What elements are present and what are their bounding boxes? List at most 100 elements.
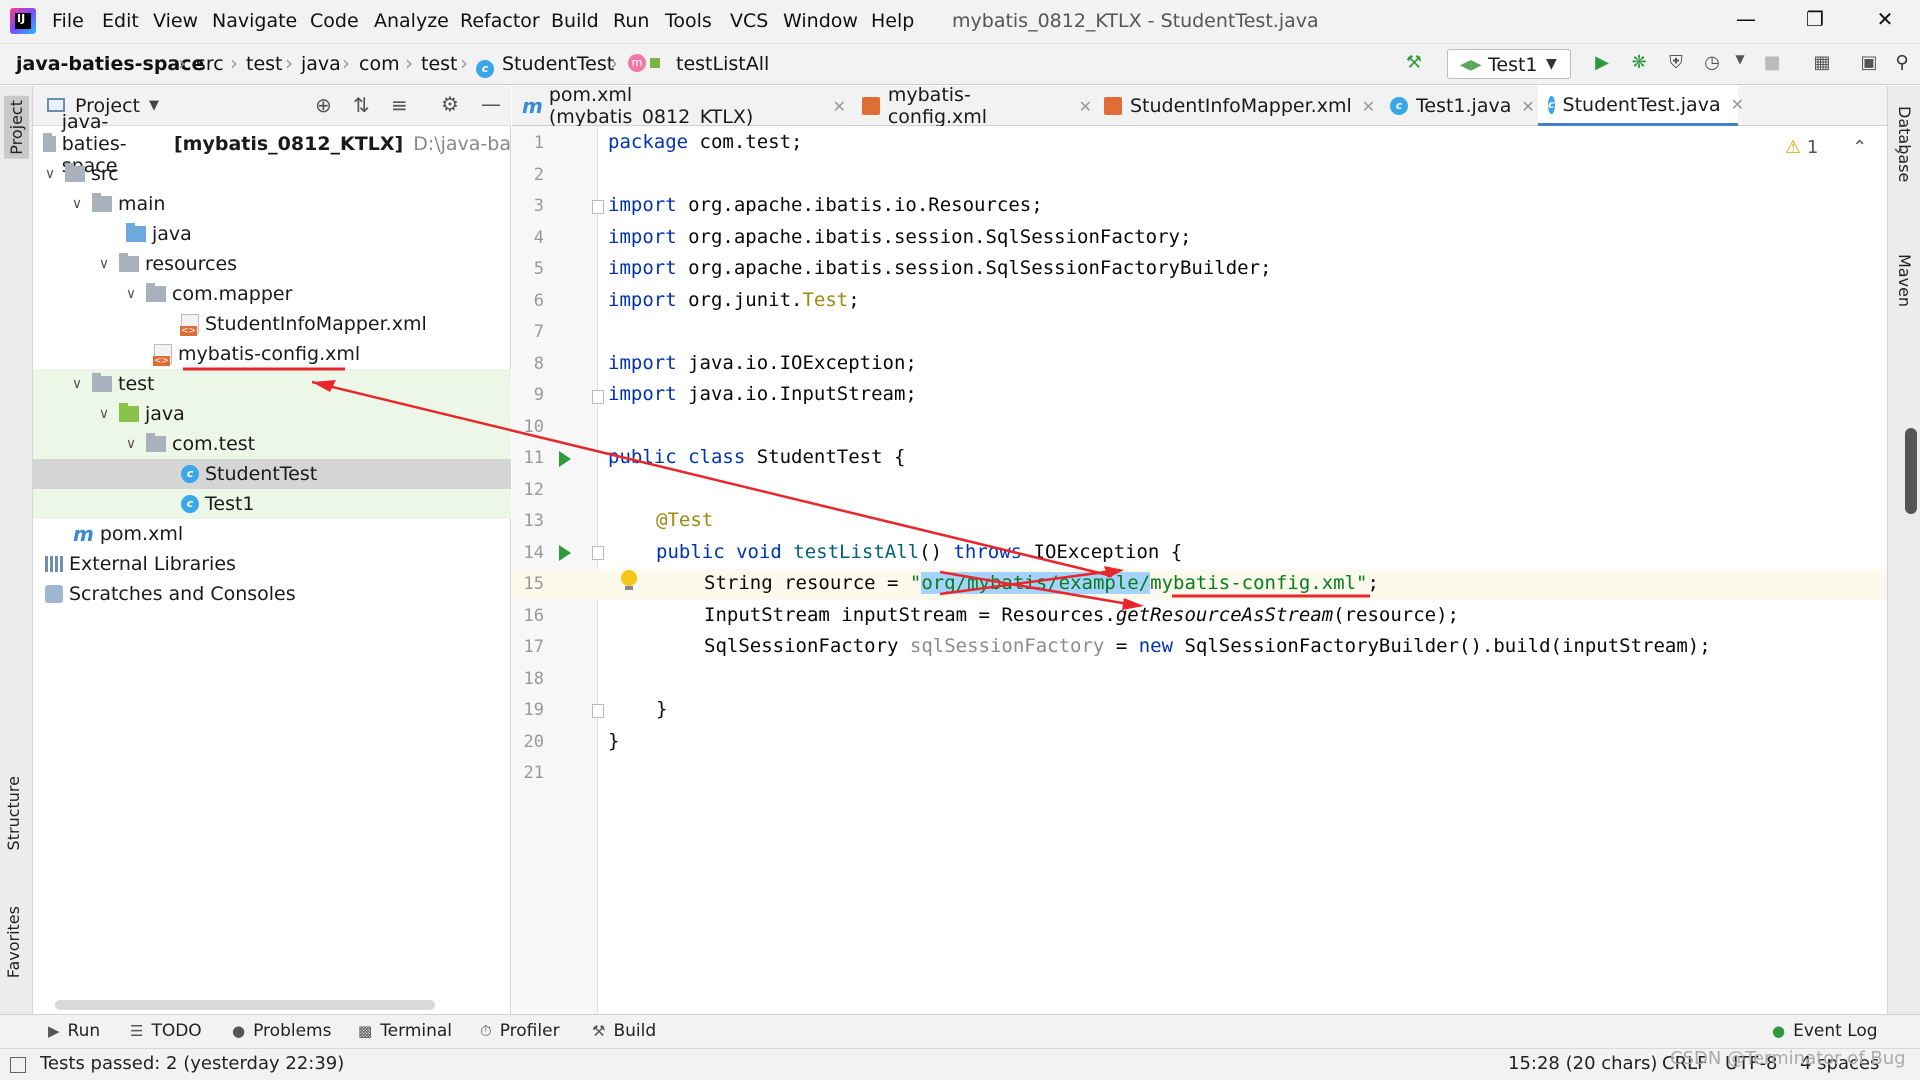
- close-icon[interactable]: ✕: [833, 97, 846, 116]
- breadcrumb-test[interactable]: test: [246, 53, 283, 75]
- restore-icon[interactable]: ❐: [1800, 7, 1830, 37]
- tree-item-root[interactable]: java-baties-space [mybatis_0812_KTLX] D:…: [33, 111, 511, 177]
- status-toggle-icon[interactable]: [10, 1057, 26, 1073]
- breadcrumb-test-pkg[interactable]: test: [421, 53, 458, 75]
- coverage-icon[interactable]: ⛨: [1664, 52, 1688, 76]
- debug-icon[interactable]: ❋: [1627, 52, 1651, 76]
- close-icon[interactable]: ✕: [1731, 95, 1744, 114]
- breadcrumb-java[interactable]: java: [301, 53, 341, 75]
- breadcrumb-class[interactable]: StudentTest: [502, 53, 614, 75]
- tab-mybatis-config-xml[interactable]: mybatis-config.xml ✕: [852, 84, 1092, 128]
- chevron-down-icon[interactable]: ∨: [124, 286, 138, 302]
- build-hammer-icon[interactable]: ⚒: [1402, 52, 1426, 76]
- minimize-icon[interactable]: —: [1731, 7, 1761, 37]
- search-icon[interactable]: ⚲: [1890, 52, 1914, 76]
- tree-item-main-java[interactable]: java: [33, 219, 511, 249]
- horizontal-scrollbar[interactable]: [55, 1000, 435, 1010]
- tree-item-studentinfomapper-xml[interactable]: StudentInfoMapper.xml: [33, 309, 511, 339]
- next-highlight-icon[interactable]: ⌄: [1891, 137, 1906, 158]
- fold-marker-icon[interactable]: [592, 200, 604, 214]
- problems-tool-button[interactable]: ● Problems: [232, 1021, 331, 1041]
- run-class-gutter-icon[interactable]: [559, 451, 571, 467]
- close-icon[interactable]: ✕: [1521, 97, 1534, 116]
- run-tool-button[interactable]: ▶ Run: [48, 1021, 100, 1041]
- close-icon[interactable]: ✕: [1362, 97, 1375, 116]
- chevron-down-icon[interactable]: ∨: [97, 406, 111, 422]
- menu-view[interactable]: View: [153, 10, 198, 32]
- intention-bulb-icon[interactable]: [620, 570, 638, 592]
- fold-marker-icon[interactable]: [592, 704, 604, 718]
- build-tool-button[interactable]: ⚒ Build: [592, 1021, 656, 1041]
- tab-test1-java[interactable]: c Test1.java ✕: [1380, 86, 1556, 126]
- profiler-tool-button[interactable]: ⏱ Profiler: [480, 1021, 560, 1041]
- tree-item-src[interactable]: ∨ src: [33, 159, 511, 189]
- close-window-icon[interactable]: ✕: [1870, 7, 1900, 37]
- class-icon: c: [181, 465, 199, 483]
- tree-item-test1[interactable]: c Test1: [33, 489, 511, 519]
- breadcrumb-com[interactable]: com: [359, 53, 400, 75]
- run-test-gutter-icon[interactable]: [559, 545, 571, 561]
- favorites-tool-tab[interactable]: Favorites: [4, 906, 23, 978]
- terminal-tool-button[interactable]: ▩ Terminal: [358, 1021, 452, 1041]
- fold-marker-icon[interactable]: [592, 546, 604, 560]
- tab-studenttest-java[interactable]: c StudentTest.java ✕: [1538, 86, 1744, 126]
- menu-help[interactable]: Help: [871, 10, 914, 32]
- tree-item-com-test[interactable]: ∨ com.test: [33, 429, 511, 459]
- stop-icon[interactable]: ■: [1760, 52, 1784, 76]
- menu-edit[interactable]: Edit: [102, 10, 139, 32]
- tree-item-resources[interactable]: ∨ resources: [33, 249, 511, 279]
- tree-item-main[interactable]: ∨ main: [33, 189, 511, 219]
- chevron-down-icon[interactable]: ∨: [97, 256, 111, 272]
- profile-dropdown-icon[interactable]: ▼: [1728, 52, 1752, 76]
- breadcrumb-method[interactable]: testListAll: [676, 53, 769, 75]
- todo-tool-button[interactable]: ☰ TODO: [130, 1021, 202, 1041]
- menu-tools[interactable]: Tools: [665, 10, 712, 32]
- tree-item-test[interactable]: ∨ test: [33, 369, 511, 399]
- profile-icon[interactable]: ◷: [1700, 52, 1724, 76]
- menu-vcs[interactable]: VCS: [730, 10, 768, 32]
- run-anything-icon[interactable]: ▣: [1857, 52, 1881, 76]
- tree-item-com-mapper[interactable]: ∨ com.mapper: [33, 279, 511, 309]
- menu-window[interactable]: Window: [783, 10, 858, 32]
- tree-item-mybatis-config-xml[interactable]: mybatis-config.xml: [33, 339, 511, 369]
- breadcrumb-src[interactable]: src: [196, 53, 224, 75]
- locate-icon[interactable]: ⊕: [315, 93, 332, 117]
- tab-pom-xml[interactable]: m pom.xml (mybatis_0812_KTLX) ✕: [512, 84, 846, 128]
- hide-panel-icon[interactable]: —: [481, 92, 501, 116]
- menu-build[interactable]: Build: [551, 10, 599, 32]
- project-tool-tab[interactable]: Project: [4, 96, 29, 159]
- event-log-tool-button[interactable]: ● Event Log: [1772, 1021, 1878, 1041]
- previous-highlight-icon[interactable]: ⌃: [1852, 137, 1867, 158]
- tree-item-studenttest[interactable]: c StudentTest: [33, 459, 511, 489]
- tree-item-pom-xml[interactable]: m pom.xml: [33, 519, 511, 549]
- tree-item-test-java[interactable]: ∨ java: [33, 399, 511, 429]
- menu-code[interactable]: Code: [310, 10, 359, 32]
- project-structure-icon[interactable]: ▦: [1810, 52, 1834, 76]
- chevron-down-icon[interactable]: ∨: [43, 166, 57, 182]
- gear-icon[interactable]: ⚙: [441, 92, 459, 116]
- chevron-down-icon[interactable]: ∨: [124, 436, 138, 452]
- menu-run[interactable]: Run: [613, 10, 649, 32]
- scroll-marker[interactable]: [1905, 428, 1917, 514]
- close-icon[interactable]: ✕: [1079, 97, 1092, 116]
- tree-item-scratches[interactable]: Scratches and Consoles: [33, 579, 511, 609]
- tab-studentinfomapper-xml[interactable]: StudentInfoMapper.xml ✕: [1094, 86, 1376, 126]
- tests-status[interactable]: Tests passed: 2 (yesterday 22:39): [40, 1053, 344, 1074]
- menu-navigate[interactable]: Navigate: [212, 10, 297, 32]
- run-icon[interactable]: ▶: [1590, 52, 1614, 76]
- tree-item-external-libraries[interactable]: External Libraries: [33, 549, 511, 579]
- warning-icon: ⚠: [1785, 137, 1802, 158]
- menu-refactor[interactable]: Refactor: [460, 10, 540, 32]
- fold-marker-icon[interactable]: [592, 390, 604, 404]
- collapse-all-icon[interactable]: ≡: [391, 93, 408, 117]
- chevron-down-icon[interactable]: ∨: [70, 196, 84, 212]
- chevron-down-icon[interactable]: ∨: [70, 376, 84, 392]
- structure-tool-tab[interactable]: Structure: [4, 776, 23, 850]
- caret-position[interactable]: 15:28 (20 chars): [1508, 1053, 1657, 1074]
- menu-analyze[interactable]: Analyze: [374, 10, 449, 32]
- expand-all-icon[interactable]: ⇅: [353, 93, 370, 117]
- inspection-widget[interactable]: ⚠ 1 ⌃ ⌄: [1785, 137, 1906, 158]
- menu-file[interactable]: File: [52, 10, 84, 32]
- maven-tool-tab[interactable]: Maven: [1895, 254, 1914, 307]
- breadcrumb-project[interactable]: java-baties-space: [16, 53, 204, 75]
